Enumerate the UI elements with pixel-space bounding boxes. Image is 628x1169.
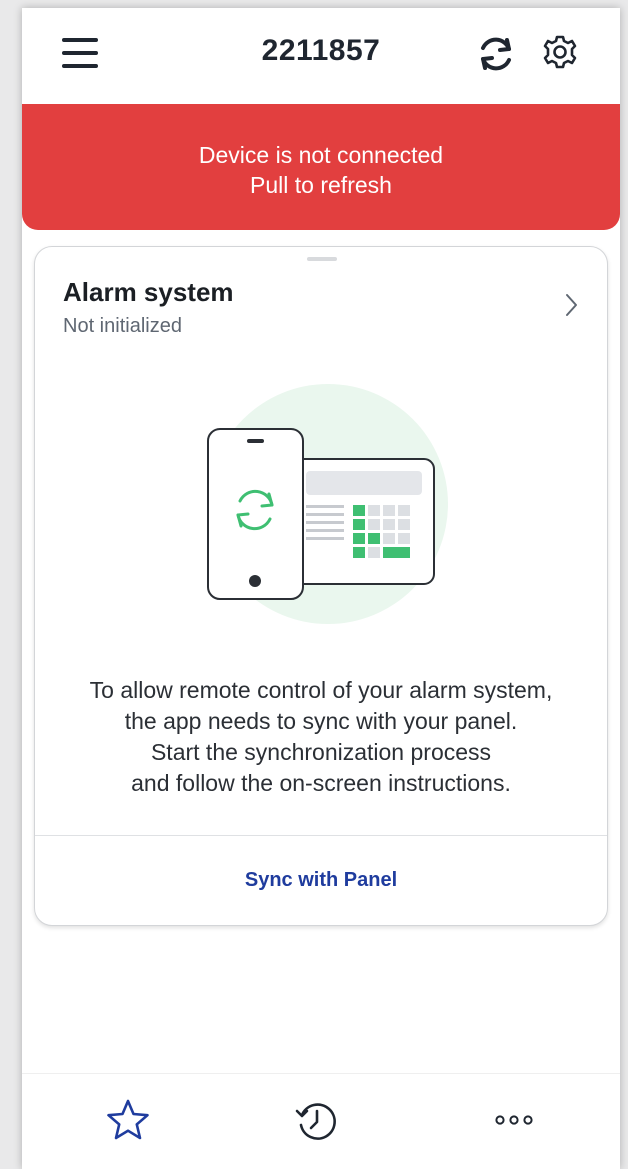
sync-with-panel-button[interactable]: Sync with Panel [35, 836, 607, 924]
alarm-system-card: Alarm system Not initialized To allow re… [34, 246, 608, 926]
drag-handle[interactable] [307, 257, 337, 261]
star-icon[interactable] [104, 1097, 152, 1145]
bottom-navigation [22, 1073, 620, 1169]
device-id-title: 2211857 [261, 34, 381, 67]
app-screen: 2211857 Device is not connected Pull to … [22, 8, 620, 1169]
sync-illustration [198, 379, 458, 629]
instruction-line: the app needs to sync with your panel. [124, 708, 518, 734]
top-app-bar: 2211857 [22, 8, 620, 104]
history-icon[interactable] [293, 1097, 341, 1145]
connection-error-banner[interactable]: Device is not connected Pull to refresh [22, 104, 620, 230]
instruction-line: Start the synchronization process [150, 739, 492, 765]
banner-message: Device is not connected [198, 142, 444, 168]
more-dots-icon[interactable] [494, 1112, 534, 1128]
refresh-icon[interactable] [474, 32, 518, 76]
banner-hint: Pull to refresh [250, 172, 392, 198]
instruction-line: To allow remote control of your alarm sy… [89, 677, 553, 703]
instruction-line: and follow the on-screen instructions. [131, 770, 511, 796]
card-title: Alarm system [63, 277, 234, 307]
gear-icon[interactable] [540, 32, 580, 72]
card-status: Not initialized [63, 315, 182, 337]
sync-instructions: To allow remote control of your alarm sy… [35, 675, 607, 799]
chevron-right-icon[interactable] [563, 292, 581, 318]
